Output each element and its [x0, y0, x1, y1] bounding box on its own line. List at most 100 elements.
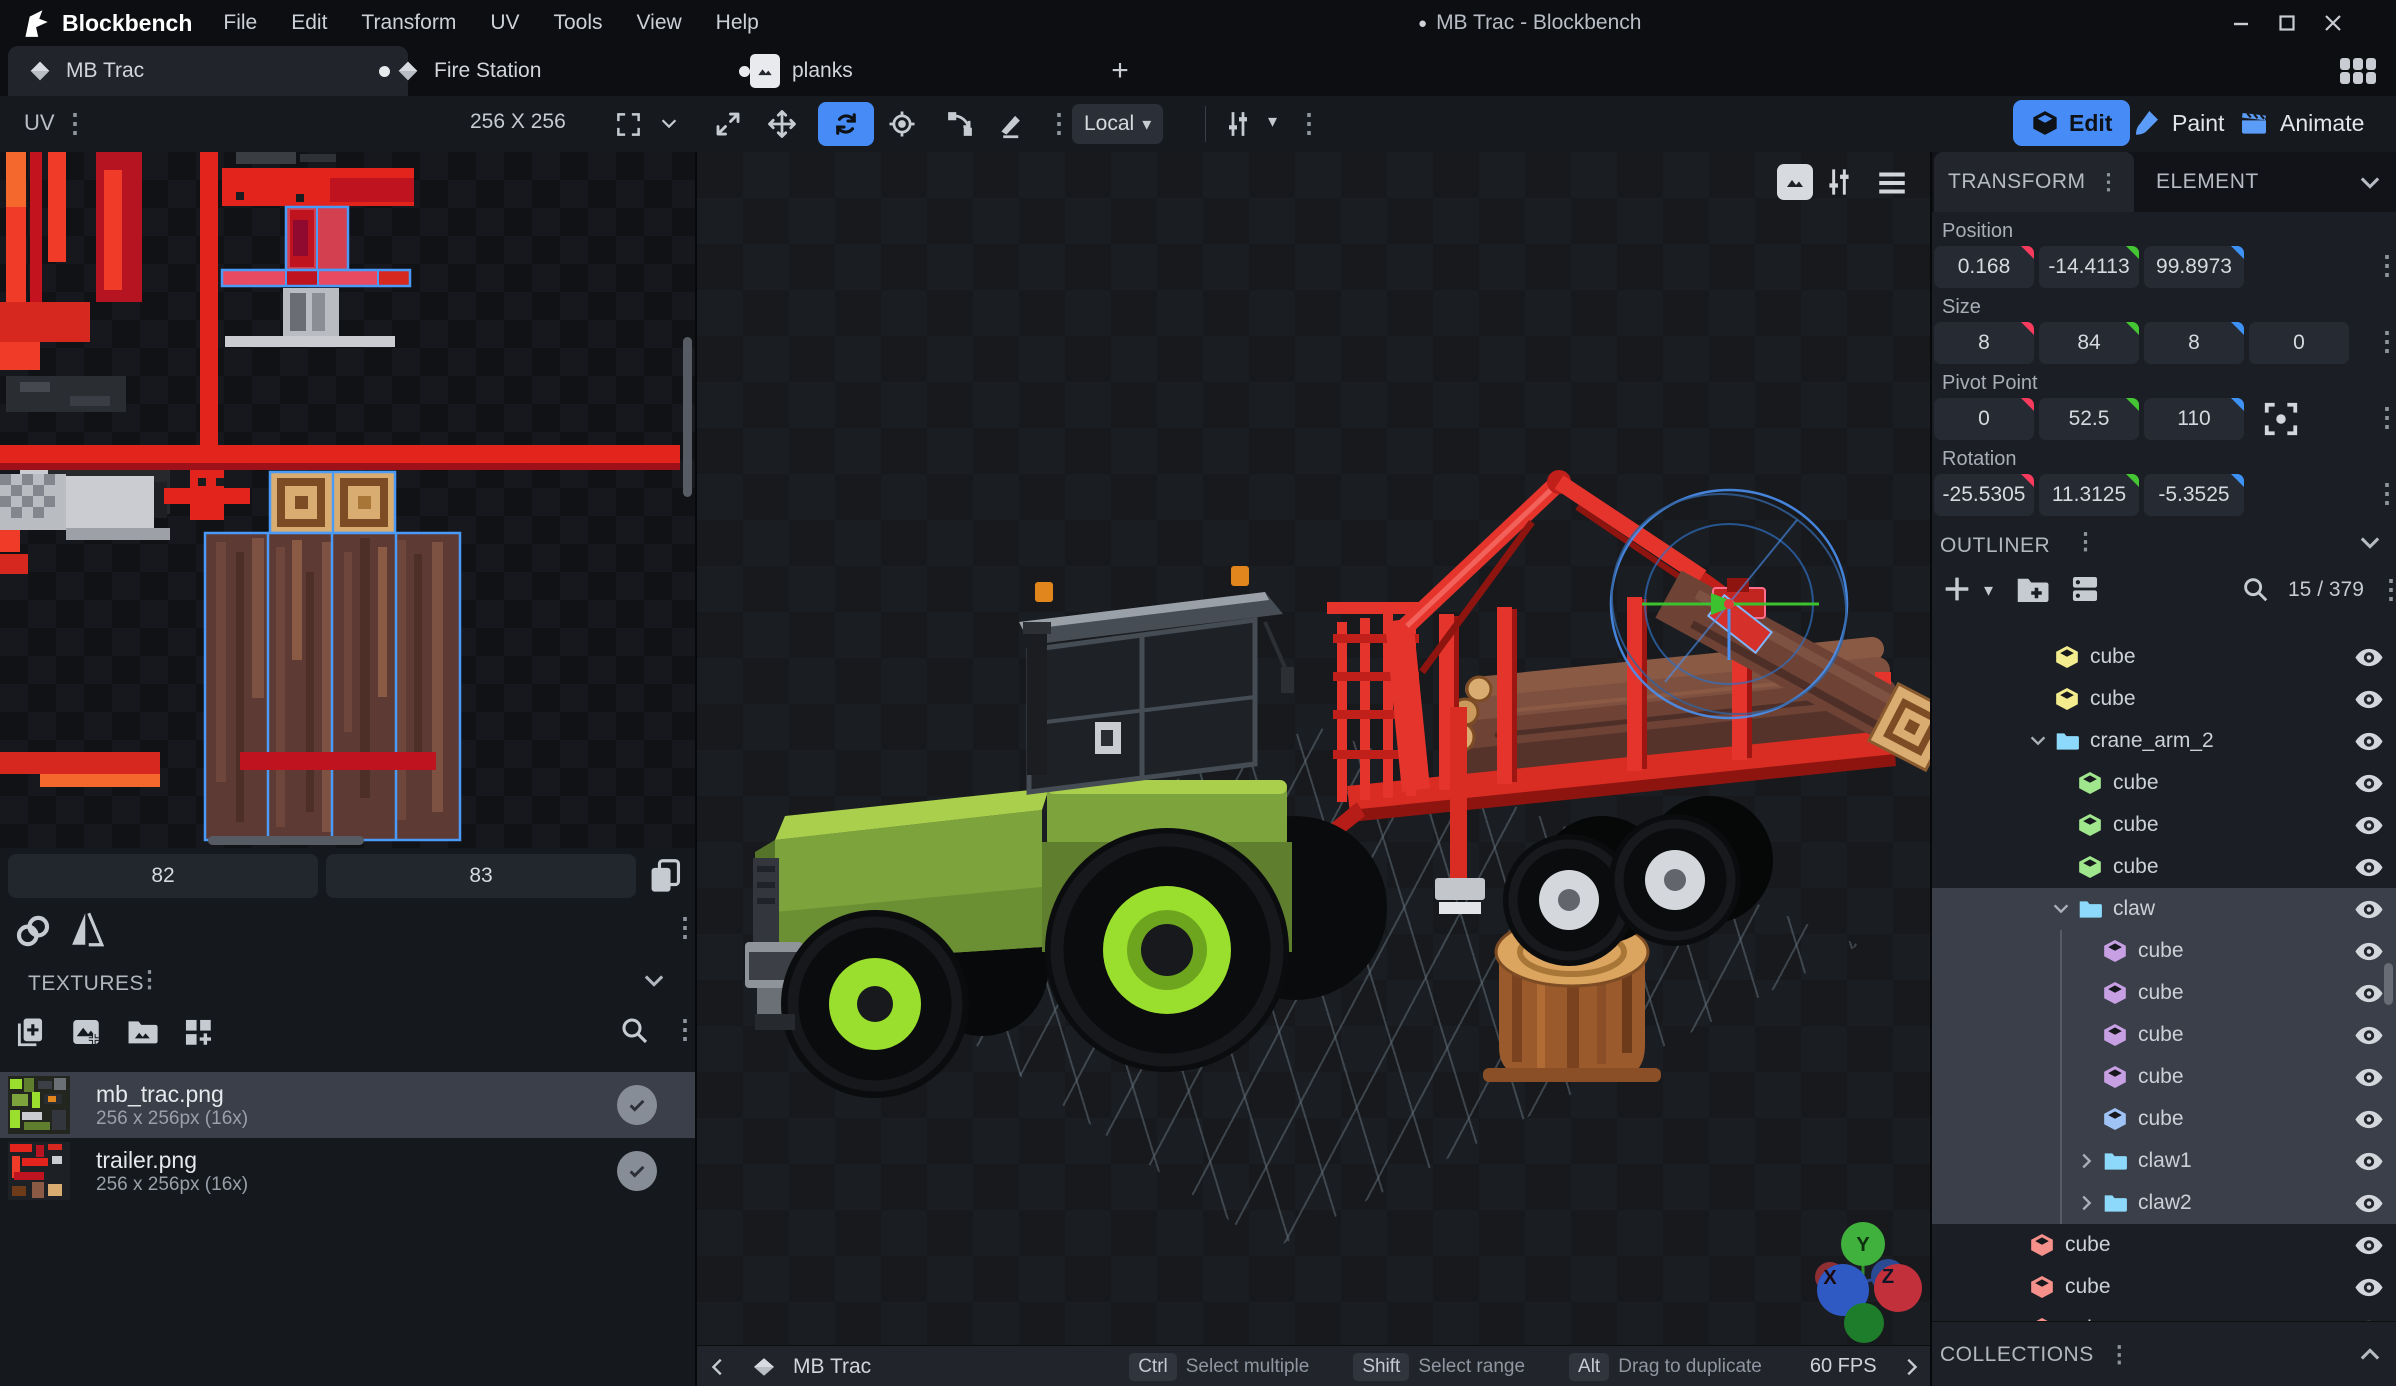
- texture-item-mb-trac[interactable]: mb_trac.png 256 x 256px (16x): [0, 1072, 695, 1138]
- rotation-x-input[interactable]: -25.5305: [1934, 474, 2034, 516]
- outliner-item-cube[interactable]: cube: [1932, 678, 2396, 720]
- focus-pivot-icon[interactable]: [2262, 400, 2300, 438]
- chevron-down-icon[interactable]: [2050, 898, 2072, 920]
- outliner-item-cube[interactable]: cube: [1932, 930, 2396, 972]
- visibility-eye-icon[interactable]: [2354, 983, 2384, 1004]
- outliner-group-claw1[interactable]: claw1: [1932, 1140, 2396, 1182]
- add-group-icon[interactable]: [2014, 572, 2050, 608]
- texture-item-trailer[interactable]: trailer.png 256 x 256px (16x): [0, 1138, 695, 1204]
- texture-search-icon[interactable]: [618, 1014, 650, 1046]
- texture-enabled-check-icon[interactable]: [617, 1085, 657, 1125]
- outliner-group-crane-arm-2[interactable]: crane_arm_2: [1932, 720, 2396, 762]
- sliders-icon[interactable]: [1216, 102, 1260, 146]
- new-tab-button[interactable]: +: [1092, 46, 1148, 96]
- knife-tool-icon[interactable]: [990, 102, 1034, 146]
- tools-more-menu[interactable]: [1046, 110, 1072, 136]
- transform-menu[interactable]: [2098, 171, 2121, 193]
- frame-view-icon[interactable]: [606, 102, 650, 146]
- size-stretch-input[interactable]: 0: [2249, 322, 2349, 364]
- menu-tools[interactable]: Tools: [537, 0, 620, 46]
- maximize-button[interactable]: [2264, 0, 2310, 46]
- visibility-eye-icon[interactable]: [2354, 1193, 2384, 1214]
- uv-x-input[interactable]: 82: [8, 854, 318, 898]
- mode-edit-button[interactable]: Edit: [2013, 100, 2130, 146]
- outliner-toolbar-menu[interactable]: [2378, 576, 2396, 602]
- chevron-right-icon[interactable]: [2075, 1150, 2097, 1172]
- position-y-input[interactable]: -14.4113: [2039, 246, 2139, 288]
- texture-more-menu[interactable]: [672, 1016, 698, 1042]
- outliner-item-cube[interactable]: cube: [1932, 1056, 2396, 1098]
- outliner-collapse-icon[interactable]: [2356, 528, 2384, 556]
- rotate-tool-icon[interactable]: [818, 102, 874, 146]
- tab-mb-trac[interactable]: MB Trac: [8, 46, 408, 96]
- outliner-search-icon[interactable]: [2240, 574, 2270, 604]
- viewport-menu-icon[interactable]: [1875, 166, 1909, 200]
- collections-menu[interactable]: [2108, 1343, 2131, 1366]
- visibility-eye-icon[interactable]: [2354, 1277, 2384, 1298]
- 3d-viewport[interactable]: X Z Y: [697, 152, 1930, 1345]
- chevron-down-icon[interactable]: [2027, 730, 2049, 752]
- texture-group-icon[interactable]: [176, 1010, 220, 1054]
- visibility-eye-icon[interactable]: [2354, 1235, 2384, 1256]
- tab-planks[interactable]: planks: [736, 46, 964, 96]
- uv-editor-canvas[interactable]: [0, 152, 695, 848]
- size-x-input[interactable]: 8: [1934, 322, 2034, 364]
- visibility-eye-icon[interactable]: [2354, 1151, 2384, 1172]
- pivot-tool-icon[interactable]: [880, 102, 924, 146]
- uv-mirror-icon[interactable]: [66, 908, 108, 950]
- position-z-input[interactable]: 99.8973: [2144, 246, 2244, 288]
- outliner-item-cube[interactable]: cube: [1932, 972, 2396, 1014]
- visibility-eye-icon[interactable]: [2354, 1109, 2384, 1130]
- create-texture-icon[interactable]: [8, 1010, 52, 1054]
- outliner-item-cube[interactable]: cube: [1932, 762, 2396, 804]
- outliner-toggles-icon[interactable]: [2068, 572, 2102, 606]
- outliner-item-cube[interactable]: cube: [1932, 846, 2396, 888]
- mode-paint-button[interactable]: Paint: [2130, 100, 2224, 146]
- outliner-menu[interactable]: [2074, 530, 2097, 553]
- menu-uv[interactable]: UV: [473, 0, 536, 46]
- visibility-eye-icon[interactable]: [2354, 941, 2384, 962]
- next-tab-icon[interactable]: [1900, 1356, 1922, 1378]
- visibility-eye-icon[interactable]: [2354, 899, 2384, 920]
- visibility-eye-icon[interactable]: [2354, 647, 2384, 668]
- visibility-eye-icon[interactable]: [2354, 815, 2384, 836]
- sliders-dropdown-icon[interactable]: [1268, 111, 1277, 132]
- size-menu[interactable]: [2374, 328, 2396, 354]
- outliner-item-cube[interactable]: cube: [1932, 636, 2396, 678]
- visibility-eye-icon[interactable]: [2354, 1025, 2384, 1046]
- visibility-eye-icon[interactable]: [2354, 1067, 2384, 1088]
- toolbar-more-menu[interactable]: [1296, 110, 1322, 136]
- uv-vertical-scrollbar[interactable]: [683, 337, 692, 497]
- add-cube-dropdown-icon[interactable]: [1984, 580, 1993, 601]
- rotation-z-input[interactable]: -5.3525: [2144, 474, 2244, 516]
- add-cube-icon[interactable]: [1940, 572, 1974, 606]
- uv-horizontal-scrollbar[interactable]: [208, 836, 364, 845]
- menu-view[interactable]: View: [620, 0, 699, 46]
- uv-more-menu[interactable]: [672, 914, 698, 940]
- uv-link-icon[interactable]: [12, 910, 54, 952]
- uv-y-input[interactable]: 83: [326, 854, 636, 898]
- import-folder-icon[interactable]: [120, 1010, 164, 1054]
- outliner-item-cube[interactable]: cube: [1932, 1014, 2396, 1056]
- minimize-button[interactable]: [2218, 0, 2264, 46]
- outliner-item-cube[interactable]: cube: [1932, 1224, 2396, 1266]
- position-x-input[interactable]: 0.168: [1934, 246, 2034, 288]
- uv-panel-menu[interactable]: [62, 110, 88, 136]
- pivot-x-input[interactable]: 0: [1934, 398, 2034, 440]
- position-menu[interactable]: [2374, 252, 2396, 278]
- visibility-eye-icon[interactable]: [2354, 731, 2384, 752]
- import-texture-icon[interactable]: [64, 1010, 108, 1054]
- collections-expand-icon[interactable]: [2356, 1341, 2384, 1369]
- pivot-z-input[interactable]: 110: [2144, 398, 2244, 440]
- move-tool-icon[interactable]: [760, 102, 804, 146]
- visibility-eye-icon[interactable]: [2354, 689, 2384, 710]
- chevron-right-icon[interactable]: [2075, 1192, 2097, 1214]
- rotation-y-input[interactable]: 11.3125: [2039, 474, 2139, 516]
- panel-collapse-icon[interactable]: [2356, 168, 2384, 196]
- background-image-icon[interactable]: [1777, 164, 1813, 200]
- resize-tool-icon[interactable]: [706, 102, 750, 146]
- textures-collapse-icon[interactable]: [640, 966, 668, 994]
- size-y-input[interactable]: 84: [2039, 322, 2139, 364]
- rotation-menu[interactable]: [2374, 480, 2396, 506]
- menu-file[interactable]: File: [206, 0, 274, 46]
